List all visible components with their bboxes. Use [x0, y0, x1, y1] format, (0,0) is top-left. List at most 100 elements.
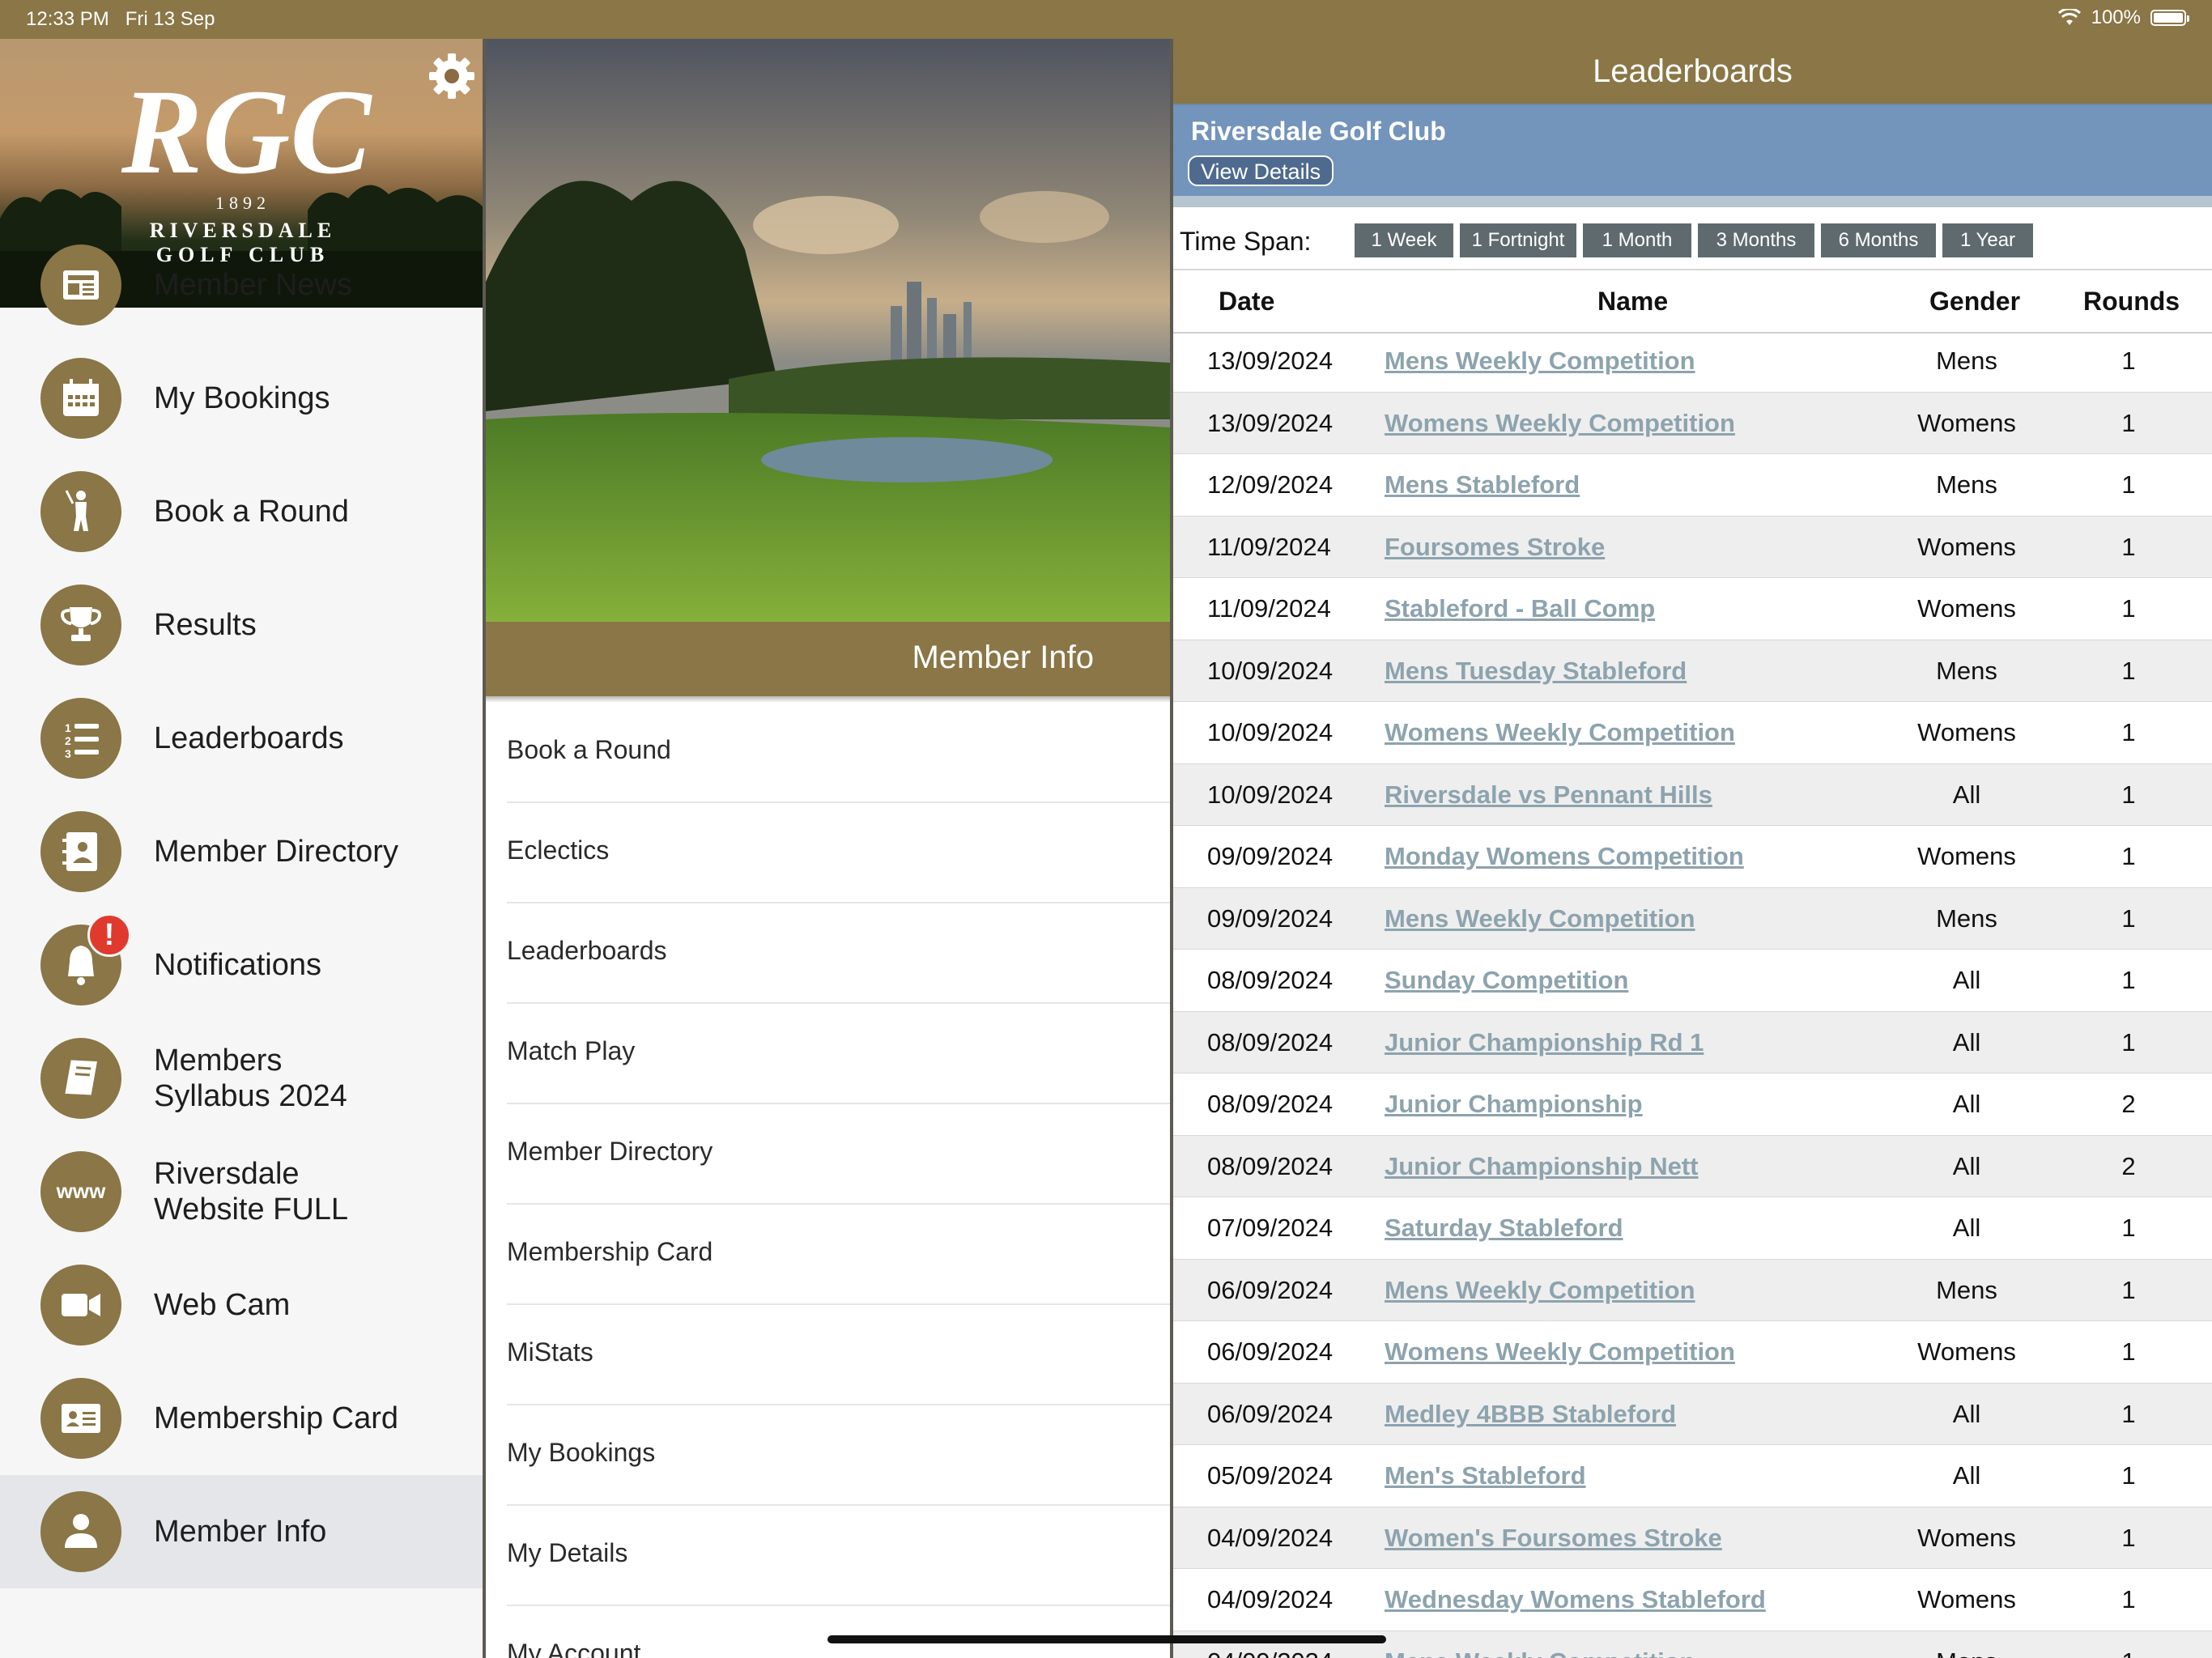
column-header-name[interactable]: Name	[1597, 287, 1668, 317]
table-row[interactable]: 10/09/2024 Womens Weekly Competition Women…	[1173, 702, 2212, 764]
row-competition-link[interactable]: Sunday Competition	[1385, 966, 1628, 995]
sidebar-item-riversdale-website-full[interactable]: www Riversdale Website FULL	[0, 1135, 483, 1248]
row-competition-link[interactable]: Mens Tuesday Stableford	[1385, 657, 1687, 686]
row-competition-link[interactable]: Mens Weekly Competition	[1385, 904, 1695, 933]
member-info-item-my-details[interactable]: My Details	[507, 1506, 1170, 1606]
table-row[interactable]: 13/09/2024 Mens Weekly Competition Mens 1	[1173, 330, 2212, 393]
sidebar-item-label: Riversdale Website FULL	[154, 1157, 349, 1226]
member-info-item-eclectics[interactable]: Eclectics	[507, 803, 1170, 903]
member-info-item-my-account[interactable]: My Account	[507, 1606, 1170, 1658]
sidebar-item-results[interactable]: Results	[0, 568, 483, 682]
sidebar-item-member-news[interactable]: Member News	[0, 228, 483, 342]
table-row[interactable]: 08/09/2024 Junior Championship All 2	[1173, 1073, 2212, 1136]
table-row[interactable]: 08/09/2024 Sunday Competition All 1	[1173, 950, 2212, 1012]
member-info-item-label: Eclectics	[507, 835, 610, 865]
view-details-button[interactable]: View Details	[1188, 155, 1334, 186]
row-rounds: 1	[2121, 1337, 2136, 1366]
table-row[interactable]: 11/09/2024 Stableford - Ball Comp Womens 1	[1173, 578, 2212, 640]
member-info-item-mistats[interactable]: MiStats	[507, 1305, 1170, 1405]
row-competition-link[interactable]: Junior Championship	[1385, 1090, 1643, 1119]
row-rounds: 1	[2121, 1461, 2136, 1490]
row-competition-link[interactable]: Mens Weekly Competition	[1385, 1647, 1695, 1658]
table-row[interactable]: 10/09/2024 Mens Tuesday Stableford Mens 1	[1173, 640, 2212, 702]
table-row[interactable]: 06/09/2024 Mens Weekly Competition Mens 1	[1173, 1259, 2212, 1321]
person-icon	[40, 1491, 121, 1572]
leaderboards-pane: Leaderboards Riversdale Golf Club View D…	[1173, 39, 2212, 1658]
table-row[interactable]: 11/09/2024 Foursomes Stroke Womens 1	[1173, 516, 2212, 578]
row-rounds: 1	[2121, 780, 2136, 809]
sidebar-item-web-cam[interactable]: Web Cam	[0, 1248, 483, 1362]
settings-gear-icon[interactable]	[426, 50, 478, 102]
table-row[interactable]: 06/09/2024 Medley 4BBB Stableford All 1	[1173, 1383, 2212, 1445]
sidebar-item-member-info[interactable]: Member Info	[0, 1475, 483, 1588]
row-competition-link[interactable]: Riversdale vs Pennant Hills	[1385, 780, 1712, 810]
table-row[interactable]: 04/09/2024 Women's Foursomes Stroke Womens…	[1173, 1507, 2212, 1569]
sidebar-item-member-directory[interactable]: Member Directory	[0, 795, 483, 908]
sidebar-item-leaderboards[interactable]: 1 2 3 Leaderboards	[0, 682, 483, 795]
table-row[interactable]: 04/09/2024 Wednesday Womens Stableford Wom…	[1173, 1569, 2212, 1631]
row-competition-link[interactable]: Monday Womens Competition	[1385, 842, 1744, 871]
row-competition-link[interactable]: Women's Foursomes Stroke	[1385, 1524, 1722, 1553]
column-header-date[interactable]: Date	[1219, 287, 1274, 317]
row-date: 08/09/2024	[1207, 966, 1334, 994]
row-date: 10/09/2024	[1207, 780, 1334, 809]
row-date: 06/09/2024	[1207, 1337, 1334, 1366]
table-row[interactable]: 10/09/2024 Riversdale vs Pennant Hills All…	[1173, 763, 2212, 826]
member-info-item-member-directory[interactable]: Member Directory	[507, 1104, 1170, 1205]
member-info-item-match-play[interactable]: Match Play	[507, 1004, 1170, 1104]
timespan-button-1-year[interactable]: 1 Year	[1942, 223, 2033, 257]
sidebar-item-notifications[interactable]: ! Notifications	[0, 908, 483, 1022]
row-competition-link[interactable]: Wednesday Womens Stableford	[1385, 1585, 1766, 1614]
table-row[interactable]: 12/09/2024 Mens Stableford Mens 1	[1173, 454, 2212, 517]
row-competition-link[interactable]: Womens Weekly Competition	[1385, 1337, 1735, 1367]
sidebar-item-membership-card[interactable]: Membership Card	[0, 1362, 483, 1475]
timespan-button-1-week[interactable]: 1 Week	[1355, 223, 1453, 257]
row-date: 08/09/2024	[1207, 1090, 1334, 1118]
table-row[interactable]: 13/09/2024 Womens Weekly Competition Women…	[1173, 392, 2212, 454]
table-row[interactable]: 08/09/2024 Junior Championship Nett All 2	[1173, 1135, 2212, 1197]
row-gender: Mens	[1936, 470, 1997, 499]
table-row[interactable]: 09/09/2024 Mens Weekly Competition Mens 1	[1173, 887, 2212, 950]
column-header-rounds[interactable]: Rounds	[2083, 287, 2180, 317]
row-rounds: 1	[2121, 656, 2136, 685]
member-info-item-membership-card[interactable]: Membership Card	[507, 1205, 1170, 1305]
row-competition-link[interactable]: Medley 4BBB Stableford	[1385, 1400, 1676, 1429]
timespan-button-1-month[interactable]: 1 Month	[1583, 223, 1691, 257]
row-rounds: 1	[2121, 1399, 2136, 1428]
sidebar-item-members-syllabus-2024[interactable]: Members Syllabus 2024	[0, 1022, 483, 1135]
member-info-pane: Member Info Book a Round Eclectics Leaderb…	[486, 39, 1170, 1658]
row-rounds: 1	[2121, 470, 2136, 499]
row-competition-link[interactable]: Foursomes Stroke	[1385, 533, 1605, 562]
member-info-item-my-bookings[interactable]: My Bookings	[507, 1405, 1170, 1506]
row-date: 13/09/2024	[1207, 408, 1334, 437]
member-info-item-label: Book a Round	[507, 735, 671, 764]
sidebar-item-book-a-round[interactable]: Book a Round	[0, 455, 483, 568]
row-competition-link[interactable]: Mens Weekly Competition	[1385, 1276, 1695, 1305]
column-header-gender[interactable]: Gender	[1929, 287, 2020, 317]
leaderboard-table: 13/09/2024 Mens Weekly Competition Mens 1 13…	[1173, 330, 2212, 1658]
sidebar-item-label: Leaderboards	[154, 721, 344, 755]
timespan-button-3-months[interactable]: 3 Months	[1698, 223, 1814, 257]
table-row[interactable]: 08/09/2024 Junior Championship Rd 1 All 1	[1173, 1011, 2212, 1073]
table-row[interactable]: 09/09/2024 Monday Womens Competition Women…	[1173, 826, 2212, 888]
timespan-button-1-fortnight[interactable]: 1 Fortnight	[1460, 223, 1576, 257]
row-competition-link[interactable]: Mens Weekly Competition	[1385, 346, 1695, 376]
row-competition-link[interactable]: Stableford - Ball Comp	[1385, 594, 1655, 623]
home-indicator[interactable]	[827, 1635, 1386, 1643]
table-row[interactable]: 05/09/2024 Men's Stableford All 1	[1173, 1445, 2212, 1507]
member-info-item-leaderboards[interactable]: Leaderboards	[507, 903, 1170, 1004]
row-competition-link[interactable]: Junior Championship Nett	[1385, 1152, 1699, 1181]
table-row[interactable]: 06/09/2024 Womens Weekly Competition Women…	[1173, 1321, 2212, 1384]
sidebar-item-my-bookings[interactable]: My Bookings	[0, 342, 483, 455]
row-rounds: 1	[2121, 532, 2136, 561]
table-row[interactable]: 07/09/2024 Saturday Stableford All 1	[1173, 1197, 2212, 1260]
row-competition-link[interactable]: Men's Stableford	[1385, 1461, 1586, 1490]
timespan-button-6-months[interactable]: 6 Months	[1821, 223, 1936, 257]
row-competition-link[interactable]: Saturday Stableford	[1385, 1214, 1623, 1243]
row-competition-link[interactable]: Mens Stableford	[1385, 470, 1580, 500]
row-competition-link[interactable]: Womens Weekly Competition	[1385, 409, 1735, 438]
row-competition-link[interactable]: Womens Weekly Competition	[1385, 718, 1735, 747]
row-competition-link[interactable]: Junior Championship Rd 1	[1385, 1028, 1704, 1057]
member-info-item-label: Member Directory	[507, 1137, 713, 1166]
member-info-item-book-a-round[interactable]: Book a Round	[507, 703, 1170, 803]
